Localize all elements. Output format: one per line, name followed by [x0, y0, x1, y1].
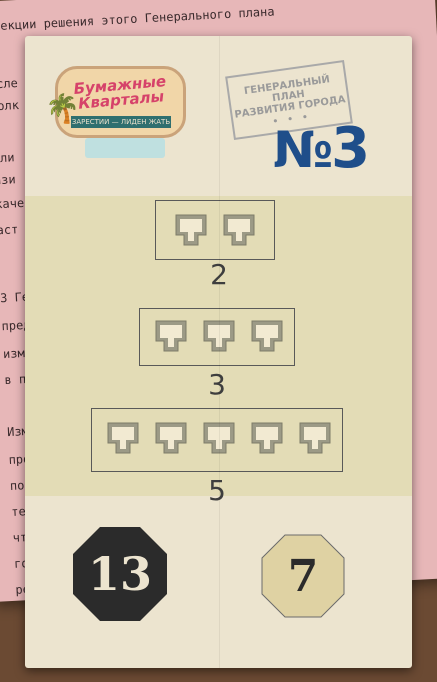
- rules-line: золк: [0, 98, 20, 114]
- first-score-value: 13: [87, 547, 152, 601]
- rules-line: оли: [0, 150, 15, 166]
- rules-line: в п: [4, 372, 27, 388]
- logo-subtitle: ЗАРЕСТИИ — ЛИДЕН ЖАТЬ: [71, 116, 171, 128]
- number-sign: №: [273, 121, 333, 179]
- house-slot-icon: [172, 211, 210, 249]
- house-slot-icon: [152, 317, 190, 355]
- house-slot-icon: [152, 419, 190, 457]
- group-3-label: 3: [208, 368, 226, 401]
- house-slot-icon: [200, 317, 238, 355]
- plan-card[interactable]: 🌴 Бумажные Кварталы ЗАРЕСТИИ — ЛИДЕН ЖАТ…: [25, 36, 412, 668]
- rules-line: осле: [0, 76, 19, 92]
- group-2: [155, 200, 275, 260]
- house-slot-icon: [248, 317, 286, 355]
- card-number: №3: [273, 116, 370, 181]
- first-score-token: 13: [70, 524, 170, 624]
- number-value: 3: [331, 116, 370, 181]
- second-score-value: 7: [287, 550, 319, 602]
- rules-line: ази: [0, 172, 16, 188]
- house-slot-icon: [296, 419, 334, 457]
- logo-house-icon: [85, 138, 165, 158]
- house-slot-icon: [200, 419, 238, 457]
- game-logo: 🌴 Бумажные Кварталы ЗАРЕСТИИ — ЛИДЕН ЖАТ…: [45, 56, 195, 166]
- house-slot-icon: [220, 211, 258, 249]
- second-score-token: 7: [259, 532, 347, 620]
- construction-goal: 2 3 5: [25, 196, 412, 507]
- rules-line: каче: [0, 195, 25, 212]
- group-2-label: 2: [210, 258, 228, 291]
- group-3: [139, 308, 295, 366]
- group-5-label: 5: [208, 474, 226, 507]
- house-slot-icon: [248, 419, 286, 457]
- group-5: [91, 408, 343, 472]
- rules-line: аст: [0, 222, 19, 238]
- house-slot-icon: [104, 419, 142, 457]
- rules-line: осекции решения этого Генерального плана: [0, 4, 275, 34]
